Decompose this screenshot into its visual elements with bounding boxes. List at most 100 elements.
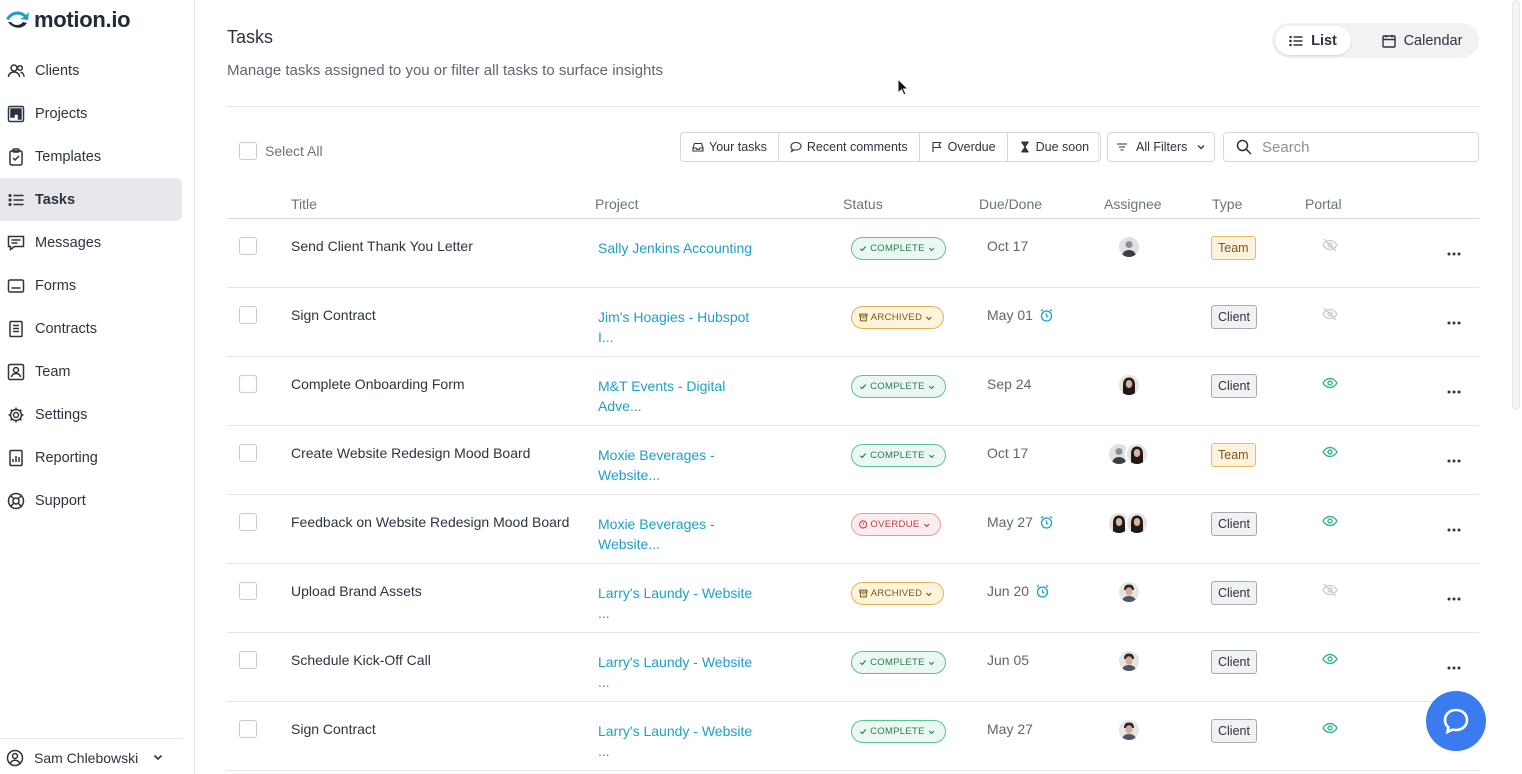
table-row[interactable]: Upload Brand Assets Larry's Laundy - Web… [227, 564, 1479, 633]
sidebar-item-messages[interactable]: Messages [0, 221, 195, 264]
assignee-avatars[interactable] [1107, 511, 1149, 535]
project-link[interactable]: Sally Jenkins Accounting [598, 238, 758, 258]
task-title[interactable]: Sign Contract [291, 307, 376, 323]
table-row[interactable]: Send Client Thank You Letter Sally Jenki… [227, 219, 1479, 288]
task-title[interactable]: Complete Onboarding Form [291, 376, 465, 392]
all-filters-dropdown[interactable]: All Filters [1107, 132, 1215, 162]
assignee-avatars[interactable] [1107, 442, 1149, 466]
sidebar-item-contracts[interactable]: Contracts [0, 307, 195, 350]
select-all[interactable]: Select All [239, 142, 323, 160]
eye-icon[interactable] [1322, 651, 1338, 672]
more-options-icon[interactable] [1447, 450, 1461, 468]
filter-overdue[interactable]: Overdue [920, 133, 1008, 161]
status-badge[interactable]: OVERDUE [851, 513, 941, 536]
status-badge[interactable]: COMPLETE [851, 720, 946, 743]
status-badge[interactable]: ARCHIVED [851, 582, 944, 605]
scrollbar-thumb[interactable] [1512, 0, 1520, 410]
table-row[interactable]: Complete Onboarding Form M&T Events - Di… [227, 357, 1479, 426]
table-row[interactable]: Create Website Redesign Mood Board Moxie… [227, 426, 1479, 495]
select-all-checkbox[interactable] [239, 142, 257, 160]
status-badge[interactable]: COMPLETE [851, 444, 946, 467]
row-checkbox[interactable] [239, 582, 257, 600]
table-row[interactable]: Schedule Kick-Off Call Larry's Laundy - … [227, 633, 1479, 702]
task-title[interactable]: Upload Brand Assets [291, 583, 422, 599]
project-link[interactable]: Moxie Beverages - Website... [598, 514, 758, 554]
table-row[interactable]: Sign Contract Jim's Hoagies - Hubspot I.… [227, 288, 1479, 357]
row-checkbox[interactable] [239, 720, 257, 738]
table-row[interactable]: Sign Contract Larry's Laundy - Website .… [227, 702, 1479, 771]
sidebar-item-team[interactable]: Team [0, 350, 195, 393]
eye-icon[interactable] [1322, 444, 1338, 465]
assignee-avatars[interactable] [1117, 580, 1141, 604]
column-header-portal[interactable]: Portal [1305, 196, 1342, 212]
more-options-icon[interactable] [1447, 519, 1461, 537]
sidebar-item-projects[interactable]: Projects [0, 92, 195, 135]
eye-icon[interactable] [1322, 375, 1338, 396]
eye-off-icon[interactable] [1322, 237, 1338, 258]
eye-off-icon[interactable] [1322, 306, 1338, 327]
table-row[interactable]: Feedback on Website Redesign Mood Board … [227, 495, 1479, 564]
more-options-icon[interactable] [1447, 243, 1461, 261]
sidebar-item-templates[interactable]: Templates [0, 135, 195, 178]
eye-icon[interactable] [1322, 720, 1338, 741]
due-date: May 01 [987, 307, 1054, 323]
column-header-due[interactable]: Due/Done [979, 196, 1042, 212]
status-badge[interactable]: COMPLETE [851, 375, 946, 398]
column-header-title[interactable]: Title [291, 196, 317, 212]
eye-icon[interactable] [1322, 513, 1338, 534]
more-options-icon[interactable] [1447, 657, 1461, 675]
task-title[interactable]: Send Client Thank You Letter [291, 238, 473, 254]
column-header-status[interactable]: Status [843, 196, 883, 212]
sidebar-item-forms[interactable]: Forms [0, 264, 195, 307]
project-link[interactable]: Jim's Hoagies - Hubspot I... [598, 307, 758, 347]
task-title[interactable]: Create Website Redesign Mood Board [291, 445, 530, 461]
more-options-icon[interactable] [1447, 312, 1461, 330]
column-header-assignee[interactable]: Assignee [1104, 196, 1162, 212]
search-input[interactable] [1262, 138, 1462, 156]
project-link[interactable]: Moxie Beverages - Website... [598, 445, 758, 485]
row-checkbox[interactable] [239, 237, 257, 255]
row-checkbox[interactable] [239, 444, 257, 462]
filter-due-soon[interactable]: Due soon [1008, 133, 1101, 161]
assignee-avatars[interactable] [1117, 373, 1141, 397]
more-options-icon[interactable] [1447, 588, 1461, 606]
project-link[interactable]: Larry's Laundy - Website ... [598, 721, 758, 761]
list-view-button[interactable]: List [1275, 26, 1351, 55]
eye-off-icon[interactable] [1322, 582, 1338, 603]
task-title[interactable]: Schedule Kick-Off Call [291, 652, 431, 668]
column-header-project[interactable]: Project [595, 196, 639, 212]
sidebar-item-tasks[interactable]: Tasks [0, 178, 182, 221]
sidebar-item-support[interactable]: Support [0, 479, 195, 522]
task-title[interactable]: Sign Contract [291, 721, 376, 737]
project-link[interactable]: M&T Events - Digital Adve... [598, 376, 758, 416]
logo[interactable]: motion.io [4, 6, 131, 34]
sidebar-item-settings[interactable]: Settings [0, 393, 195, 436]
status-badge[interactable]: COMPLETE [851, 651, 946, 674]
row-checkbox[interactable] [239, 513, 257, 531]
assignee-avatars[interactable] [1117, 235, 1141, 259]
kanban-icon [7, 105, 25, 123]
status-badge[interactable]: ARCHIVED [851, 306, 944, 329]
row-checkbox[interactable] [239, 306, 257, 324]
project-link[interactable]: Larry's Laundy - Website ... [598, 652, 758, 692]
user-menu[interactable]: Sam Chlebowski [6, 749, 164, 767]
status-badge[interactable]: COMPLETE [851, 237, 946, 260]
sidebar-item-reporting[interactable]: Reporting [0, 436, 195, 479]
filter-your-tasks[interactable]: Your tasks [681, 133, 779, 161]
task-title[interactable]: Feedback on Website Redesign Mood Board [291, 514, 569, 530]
more-options-icon[interactable] [1447, 381, 1461, 399]
sidebar-item-label: Tasks [35, 191, 76, 208]
assignee-avatars[interactable] [1117, 718, 1141, 742]
project-link[interactable]: Larry's Laundy - Website ... [598, 583, 758, 623]
assignee-avatars[interactable] [1117, 649, 1141, 673]
row-checkbox[interactable] [239, 651, 257, 669]
filter-recent-comments[interactable]: Recent comments [779, 133, 920, 161]
sidebar-item-clients[interactable]: Clients [0, 49, 195, 92]
column-header-type[interactable]: Type [1212, 196, 1242, 212]
row-checkbox[interactable] [239, 375, 257, 393]
calendar-view-button[interactable]: Calendar [1372, 26, 1472, 55]
chat-launcher-button[interactable] [1426, 691, 1486, 751]
check-icon [859, 453, 867, 459]
flag-icon [932, 141, 942, 152]
filter-label: Overdue [947, 140, 996, 154]
